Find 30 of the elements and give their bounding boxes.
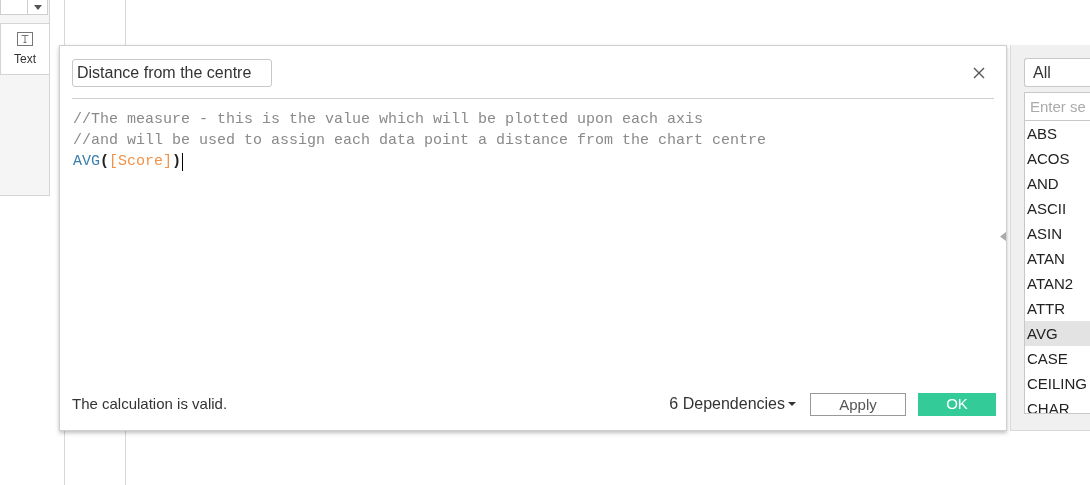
- function-list-item[interactable]: AND: [1025, 171, 1090, 196]
- function-list-item[interactable]: CASE: [1025, 346, 1090, 371]
- text-cursor: [182, 152, 184, 171]
- text-icon: [17, 32, 33, 46]
- parenthesis: (: [100, 152, 110, 172]
- status-message: The calculation is valid.: [72, 393, 229, 414]
- function-list-item[interactable]: CEILING: [1025, 371, 1090, 396]
- function-category-dropdown[interactable]: All: [1024, 58, 1090, 87]
- search-field[interactable]: Enter se: [1025, 93, 1090, 121]
- function-list-item[interactable]: ASCII: [1025, 196, 1090, 221]
- function-list-item[interactable]: ASIN: [1025, 221, 1090, 246]
- caret-icon: [788, 402, 796, 406]
- code-comment: //The measure - this is the value which will be plotted upon each axis: [73, 110, 704, 130]
- function-name: AVG: [73, 152, 100, 172]
- function-list-item[interactable]: ATTR: [1025, 296, 1090, 321]
- parenthesis: ): [172, 152, 182, 172]
- caret-icon: [33, 4, 42, 10]
- function-list-item[interactable]: ATAN2: [1025, 271, 1090, 296]
- dependencies-dropdown[interactable]: 6 Dependencies: [669, 392, 796, 416]
- function-list-item[interactable]: ABS: [1025, 121, 1090, 146]
- function-list-item[interactable]: ATAN: [1025, 246, 1090, 271]
- name-field[interactable]: Distance from the centre: [72, 59, 272, 87]
- field-reference: [Score]: [109, 152, 173, 172]
- mark-dropdown[interactable]: [0, 0, 48, 15]
- code-comment: //and will be used to assign each data point a distance from the chart centre: [73, 131, 767, 151]
- function-list-item[interactable]: AVG: [1025, 321, 1090, 346]
- apply-button[interactable]: Apply: [810, 392, 906, 416]
- function-list-item[interactable]: ACOS: [1025, 146, 1090, 171]
- close-icon[interactable]: [973, 67, 985, 79]
- mark-type-card[interactable]: Text: [0, 23, 50, 75]
